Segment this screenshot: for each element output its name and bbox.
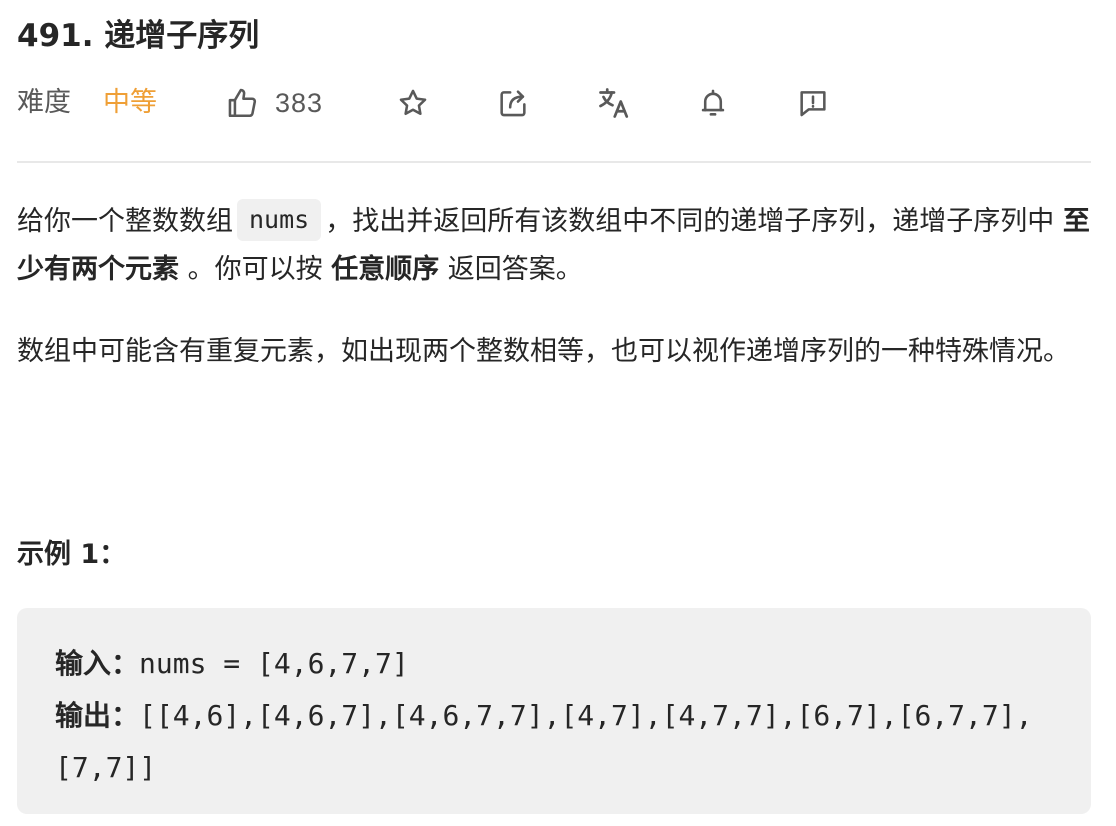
share-icon [496,86,530,120]
input-label: 输入： [55,647,140,680]
description-text: 返回答案。 [447,254,583,285]
problem-title: 491. 递增子序列 [17,18,260,54]
like-count: 383 [275,88,324,118]
bell-icon [696,86,730,120]
translate-icon [596,85,632,121]
notify-button[interactable] [696,80,730,126]
translate-button[interactable] [596,80,632,126]
description-paragraph-2: 数组中可能含有重复元素，如出现两个整数相等，也可以视作递增序列的一种特殊情况。 [17,336,1070,367]
share-button[interactable] [496,80,530,126]
emphasis-text: 任意顺序 [331,254,440,285]
example-title: 示例 1： [17,539,127,570]
feedback-button[interactable] [796,80,830,126]
difficulty-value: 中等 [103,87,157,118]
divider [17,161,1091,163]
description-paragraph-1: 给你一个整数数组 nums ，找出并返回所有该数组中不同的递增子序列，递增子序列中 … [17,198,1091,294]
inline-code-nums: nums [237,199,322,241]
problem-page: 491. 递增子序列 难度 中等 383 给你一个整数数组 nums ，找出并返… [17,0,1091,826]
description-text: ，找出并返回所有该数组中不同的递增子序列，递增子序列中 [325,206,1055,237]
description-text: 给你一个整数数组 [17,206,233,237]
difficulty-label: 难度 [17,87,71,118]
thumbs-up-icon [225,86,259,120]
description-text: 。你可以按 [187,254,323,285]
input-value: nums = [4,6,7,7] [139,647,409,680]
example-block: 输入：nums = [4,6,7,7] 输出：[[4,6],[4,6,7],[4… [17,608,1091,814]
feedback-icon [796,86,830,120]
example-content: 输入：nums = [4,6,7,7] 输出：[[4,6],[4,6,7],[4… [55,638,1065,794]
star-icon [396,86,430,120]
like-button[interactable]: 383 [225,80,323,126]
output-label: 输出： [55,699,140,732]
favorite-button[interactable] [396,80,430,126]
output-value: [[4,6],[4,6,7],[4,6,7,7],[4,7],[4,7,7],[… [55,699,1033,784]
problem-meta-row: 难度 中等 383 [17,80,1091,126]
